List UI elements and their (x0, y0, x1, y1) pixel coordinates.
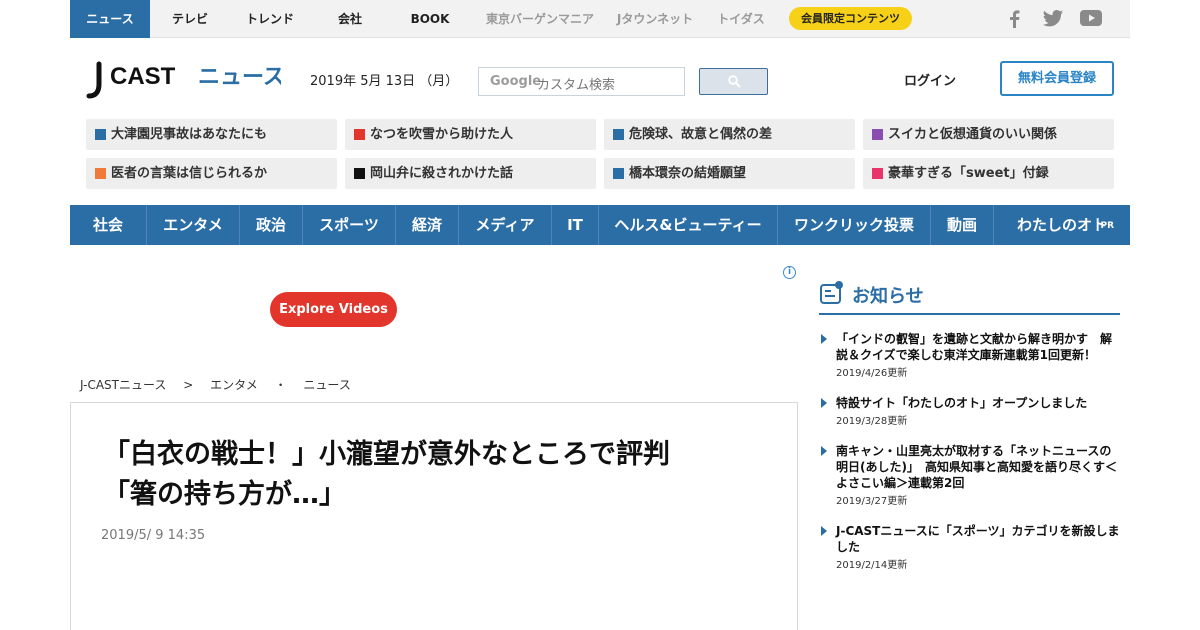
article-timestamp: 2019/5/ 9 14:35 (101, 528, 206, 543)
page: ニュース テレビ トレンド 会社 BOOK 東京バーゲンマニア Jタウンネット … (0, 0, 1200, 630)
topnav-item-tv[interactable]: テレビ (158, 0, 222, 38)
color-marker (354, 168, 365, 179)
breadcrumb-separator: ・ (274, 378, 287, 392)
notices-title: お知らせ (852, 286, 924, 307)
pr-label: PR (1100, 221, 1114, 231)
signup-button[interactable]: 無料会員登録 (1000, 61, 1114, 96)
category-entertainment[interactable]: エンタメ (147, 205, 240, 245)
breadcrumb-entertainment[interactable]: エンタメ (210, 378, 258, 392)
topnav-item-news[interactable]: ニュース (70, 0, 150, 38)
arrow-right-icon (821, 398, 827, 408)
trending-item[interactable]: 医者の言葉は信じられるか (86, 158, 337, 189)
color-marker (95, 129, 106, 140)
arrow-right-icon (821, 526, 827, 536)
color-marker (613, 129, 624, 140)
breadcrumb-separator: > (183, 378, 194, 392)
notice-item[interactable]: J-CASTニュースに「スポーツ」カテゴリを新設しました 2019/2/14更新 (821, 523, 1121, 571)
top-navigation: ニュース テレビ トレンド 会社 BOOK 東京バーゲンマニア Jタウンネット … (70, 0, 1130, 38)
category-economy[interactable]: 経済 (396, 205, 459, 245)
svg-text:CAST: CAST (110, 63, 176, 90)
search-button[interactable] (699, 68, 768, 95)
category-navigation: 社会 エンタメ 政治 スポーツ 経済 メディア IT ヘルス&ビューティー ワン… (70, 205, 1130, 245)
svg-text:ニュース: ニュース (198, 65, 281, 90)
trending-item[interactable]: 大津園児事故はあなたにも (86, 119, 337, 150)
trending-item[interactable]: 危険球、故意と偶然の差 (604, 119, 855, 150)
category-politics[interactable]: 政治 (240, 205, 303, 245)
article-card: 「白衣の戦士！」小瀧望が意外なところで評判 「箸の持ち方が…」 2019/5/ … (70, 402, 798, 630)
breadcrumb-home[interactable]: J-CASTニュース (80, 378, 166, 392)
color-marker (872, 168, 883, 179)
arrow-right-icon (821, 446, 827, 456)
topnav-item-jtown[interactable]: Jタウンネット (610, 0, 700, 38)
category-watashi-no-oto[interactable]: わたしのオト PR (994, 205, 1130, 245)
topnav-item-trend[interactable]: トレンド (235, 0, 305, 38)
site-logo[interactable]: CAST ニュース (86, 58, 285, 100)
category-society[interactable]: 社会 (70, 205, 147, 245)
breadcrumb-news[interactable]: ニュース (303, 378, 350, 392)
notice-item[interactable]: 「インドの叡智」を遺跡と文献から解き明かす 解説＆クイズで楽しむ東洋文庫新連載第… (821, 331, 1121, 379)
category-it[interactable]: IT (552, 205, 599, 245)
login-link[interactable]: ログイン (904, 70, 956, 89)
notices-header: お知らせ (819, 278, 1120, 315)
category-sports[interactable]: スポーツ (303, 205, 396, 245)
search-input[interactable]: Google カスタム検索 (478, 67, 685, 96)
explore-videos-button[interactable]: Explore Videos (270, 292, 397, 327)
trending-item[interactable]: 豪華すぎる「sweet」付録 (863, 158, 1114, 189)
notice-item[interactable]: 特設サイト「わたしのオト」オープンしました 2019/3/28更新 (821, 395, 1121, 427)
trending-item[interactable]: 橋本環奈の結婚願望 (604, 158, 855, 189)
members-only-button[interactable]: 会員限定コンテンツ (789, 7, 912, 30)
topnav-item-toidas[interactable]: トイダス (712, 0, 770, 38)
trending-item[interactable]: なつを吹雪から助けた人 (345, 119, 596, 150)
topnav-item-company[interactable]: 会社 (320, 0, 380, 38)
category-one-click-vote[interactable]: ワンクリック投票 (778, 205, 931, 245)
color-marker (613, 168, 624, 179)
arrow-right-icon (821, 334, 827, 344)
color-marker (354, 129, 365, 140)
twitter-icon[interactable] (1043, 10, 1063, 28)
facebook-icon[interactable] (1008, 10, 1020, 28)
current-date: 2019年 5月 13日 （月） (310, 74, 459, 89)
category-media[interactable]: メディア (459, 205, 552, 245)
category-health-beauty[interactable]: ヘルス&ビューティー (599, 205, 778, 245)
article-title: 「白衣の戦士！」小瀧望が意外なところで評判 「箸の持ち方が…」 (103, 439, 670, 510)
youtube-icon[interactable] (1080, 10, 1102, 28)
topnav-item-book[interactable]: BOOK (402, 0, 458, 38)
google-brand: Google (490, 74, 542, 89)
category-video[interactable]: 動画 (931, 205, 994, 245)
trending-item[interactable]: 岡山弁に殺されかけた話 (345, 158, 596, 189)
breadcrumb: J-CASTニュース > エンタメ ・ ニュース (80, 376, 364, 393)
notice-item[interactable]: 南キャン・山里亮太が取材する「ネットニュースの明日(あした)」 高知県知事と高知… (821, 443, 1121, 507)
ad-info-icon[interactable]: i (783, 266, 796, 279)
color-marker (872, 129, 883, 140)
notice-icon (820, 281, 843, 304)
topnav-item-bargain[interactable]: 東京バーゲンマニア (478, 0, 602, 38)
search-placeholder: カスタム検索 (537, 78, 616, 93)
trending-item[interactable]: スイカと仮想通貨のいい関係 (863, 119, 1114, 150)
color-marker (95, 168, 106, 179)
search-icon (728, 75, 741, 88)
